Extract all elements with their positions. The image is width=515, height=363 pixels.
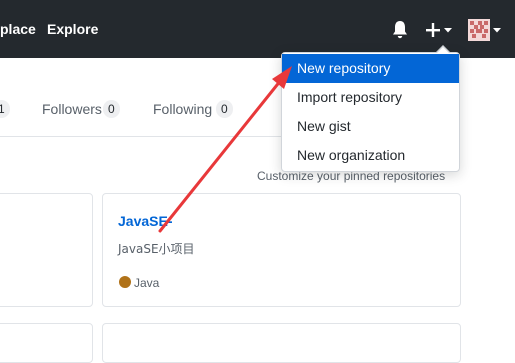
tab-following[interactable]: Following <box>153 101 212 117</box>
pinned-card <box>0 193 93 307</box>
avatar-caret-icon <box>493 28 501 33</box>
following-counter: 0 <box>216 100 233 118</box>
plus-icon[interactable] <box>424 17 456 43</box>
menu-item-new-organization[interactable]: New organization <box>282 141 459 170</box>
tab-followers[interactable]: Followers <box>42 101 102 117</box>
bell-icon[interactable] <box>391 20 409 40</box>
pinned-card <box>102 323 461 363</box>
language-color-dot <box>119 276 131 288</box>
avatar[interactable] <box>468 19 502 41</box>
menu-item-new-gist[interactable]: New gist <box>282 112 459 141</box>
nav-explore-link[interactable]: Explore <box>47 21 98 37</box>
menu-item-new-repository[interactable]: New repository <box>282 54 459 83</box>
pinned-card <box>0 323 93 363</box>
followers-counter: 0 <box>103 100 120 118</box>
repo-description: JavaSE小项目 <box>118 242 195 256</box>
repo-language: Java <box>134 276 160 290</box>
repo-name-link[interactable]: JavaSE- <box>118 213 172 229</box>
caret-down-icon <box>444 28 452 33</box>
nav-marketplace-link[interactable]: place <box>0 21 36 37</box>
menu-item-import-repository[interactable]: Import repository <box>282 83 459 112</box>
